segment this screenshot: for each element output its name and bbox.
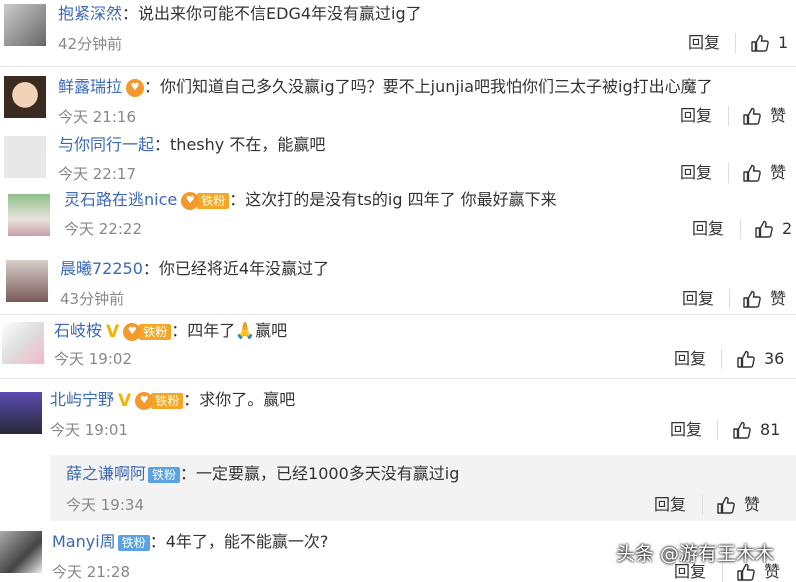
divider — [702, 495, 703, 515]
comment-text: 一定要赢，已经1000多天没有赢过ig — [196, 464, 460, 483]
like-button[interactable]: 2 — [754, 219, 792, 239]
comment-text: 你们知道自己多久没赢ig了吗？要不上junjia吧我怕你们三太子被ig打出心魔了 — [160, 77, 713, 96]
avatar[interactable] — [4, 136, 46, 178]
comment-text: 4年了，能不能赢一次? — [165, 532, 329, 551]
divider — [717, 420, 718, 440]
reply-button[interactable]: 回复 — [692, 219, 724, 239]
fan-level-badge: ♥ 铁粉 — [181, 191, 230, 210]
divider — [740, 219, 741, 239]
comment-item: 北屿宁野 V ♥ 铁粉 ：求你了。赢吧 今天 19:01 回复 81 — [0, 378, 796, 448]
timestamp: 43分钟前 — [60, 290, 125, 308]
comment-text: 你已经将近4年没赢过了 — [158, 259, 330, 278]
user-name[interactable]: Manyi周 — [52, 532, 116, 551]
user-name[interactable]: 石岐桉 — [54, 321, 102, 340]
comment-item: 晨曦72250：你已经将近4年没赢过了 43分钟前 回复 赞 — [0, 250, 796, 314]
fan-badge: 铁粉 — [117, 534, 150, 552]
fan-badge: 铁粉 — [148, 466, 181, 484]
like-button[interactable]: 赞 — [742, 163, 786, 183]
timestamp: 今天 21:28 — [52, 563, 130, 581]
like-button[interactable]: 赞 — [742, 289, 786, 309]
fan-level-badge: ♥ 铁粉 — [135, 391, 184, 410]
reply-button[interactable]: 回复 — [654, 495, 686, 515]
avatar[interactable] — [8, 194, 50, 236]
user-name[interactable]: 晨曦72250 — [60, 259, 143, 278]
timestamp: 今天 22:17 — [58, 165, 136, 183]
comment-text: theshy 不在，能赢吧 — [170, 135, 326, 154]
divider — [729, 289, 730, 309]
reply-button[interactable]: 回复 — [670, 420, 702, 440]
comment-text: 这次打的是没有ts的ig 四年了 你最好赢下来 — [245, 190, 557, 209]
avatar[interactable] — [2, 322, 44, 364]
thumbs-up-icon — [742, 163, 762, 183]
divider — [721, 349, 722, 369]
reply-button[interactable]: 回复 — [680, 163, 712, 183]
like-button[interactable]: 1 — [750, 33, 788, 53]
comment-item: 石岐桉 V ♥ 铁粉 ：四年了🙏赢吧 今天 19:02 回复 36 — [0, 314, 796, 378]
comment-item: 灵石路在逃nice ♥ 铁粉 ：这次打的是没有ts的ig 四年了 你最好赢下来 今天 … — [0, 188, 796, 248]
reply-button[interactable]: 回复 — [682, 289, 714, 309]
comment-item: 与你同行一起：theshy 不在，能赢吧 今天 22:17 回复 赞 — [0, 128, 796, 186]
timestamp: 今天 19:34 — [66, 496, 144, 514]
thumbs-up-icon — [754, 219, 774, 239]
thumbs-up-icon — [732, 420, 752, 440]
thumbs-up-icon — [736, 349, 756, 369]
avatar[interactable] — [6, 260, 48, 302]
reply-button[interactable]: 回复 — [674, 349, 706, 369]
divider — [735, 33, 736, 53]
thumbs-up-icon — [750, 33, 770, 53]
vip-icon: V — [118, 390, 132, 411]
like-button[interactable]: 赞 — [716, 495, 760, 515]
timestamp: 今天 21:16 — [58, 108, 136, 126]
user-name[interactable]: 与你同行一起 — [58, 135, 154, 154]
comment-item: 抱紧深然：说出来你可能不信EDG4年没有赢过ig了 42分钟前 回复 1 — [0, 0, 796, 66]
timestamp: 今天 19:01 — [50, 421, 128, 439]
comment-text: 四年了🙏赢吧 — [187, 321, 288, 340]
fan-level-badge: ♥ — [126, 78, 145, 97]
avatar[interactable] — [4, 76, 46, 118]
user-name[interactable]: 薛之谦啊阿 — [66, 464, 146, 483]
timestamp: 42分钟前 — [58, 35, 123, 53]
fan-level-badge: ♥ 铁粉 — [123, 322, 172, 341]
divider — [728, 106, 729, 126]
timestamp: 今天 22:22 — [64, 220, 142, 238]
thumbs-up-icon — [716, 495, 736, 515]
timestamp: 今天 19:02 — [54, 350, 132, 368]
comment-text: 求你了。赢吧 — [199, 390, 296, 409]
avatar[interactable] — [0, 531, 42, 573]
thumbs-up-icon — [742, 106, 762, 126]
sub-reply-item: 薛之谦啊阿 铁粉 ：一定要赢，已经1000多天没有赢过ig 今天 19:34 回复 … — [66, 464, 761, 515]
like-button[interactable]: 赞 — [742, 106, 786, 126]
comment-item: 鲜露瑞拉 ♥ ：你们知道自己多久没赢ig了吗？要不上junjia吧我怕你们三太子被i… — [0, 66, 796, 126]
avatar[interactable] — [0, 392, 42, 434]
user-name[interactable]: 灵石路在逃nice — [64, 190, 177, 209]
vip-icon: V — [106, 321, 120, 342]
user-name[interactable]: 抱紧深然 — [58, 4, 122, 23]
avatar[interactable] — [4, 4, 46, 46]
like-button[interactable]: 36 — [736, 349, 784, 369]
thumbs-up-icon — [742, 289, 762, 309]
divider — [728, 163, 729, 183]
like-button[interactable]: 81 — [732, 420, 780, 440]
reply-button[interactable]: 回复 — [688, 33, 720, 53]
comment-text: 说出来你可能不信EDG4年没有赢过ig了 — [138, 4, 422, 23]
user-name[interactable]: 北屿宁野 — [50, 390, 114, 409]
user-name[interactable]: 鲜露瑞拉 — [58, 77, 122, 96]
reply-button[interactable]: 回复 — [680, 106, 712, 126]
watermark: 头条 @游有王木木 — [616, 543, 775, 565]
